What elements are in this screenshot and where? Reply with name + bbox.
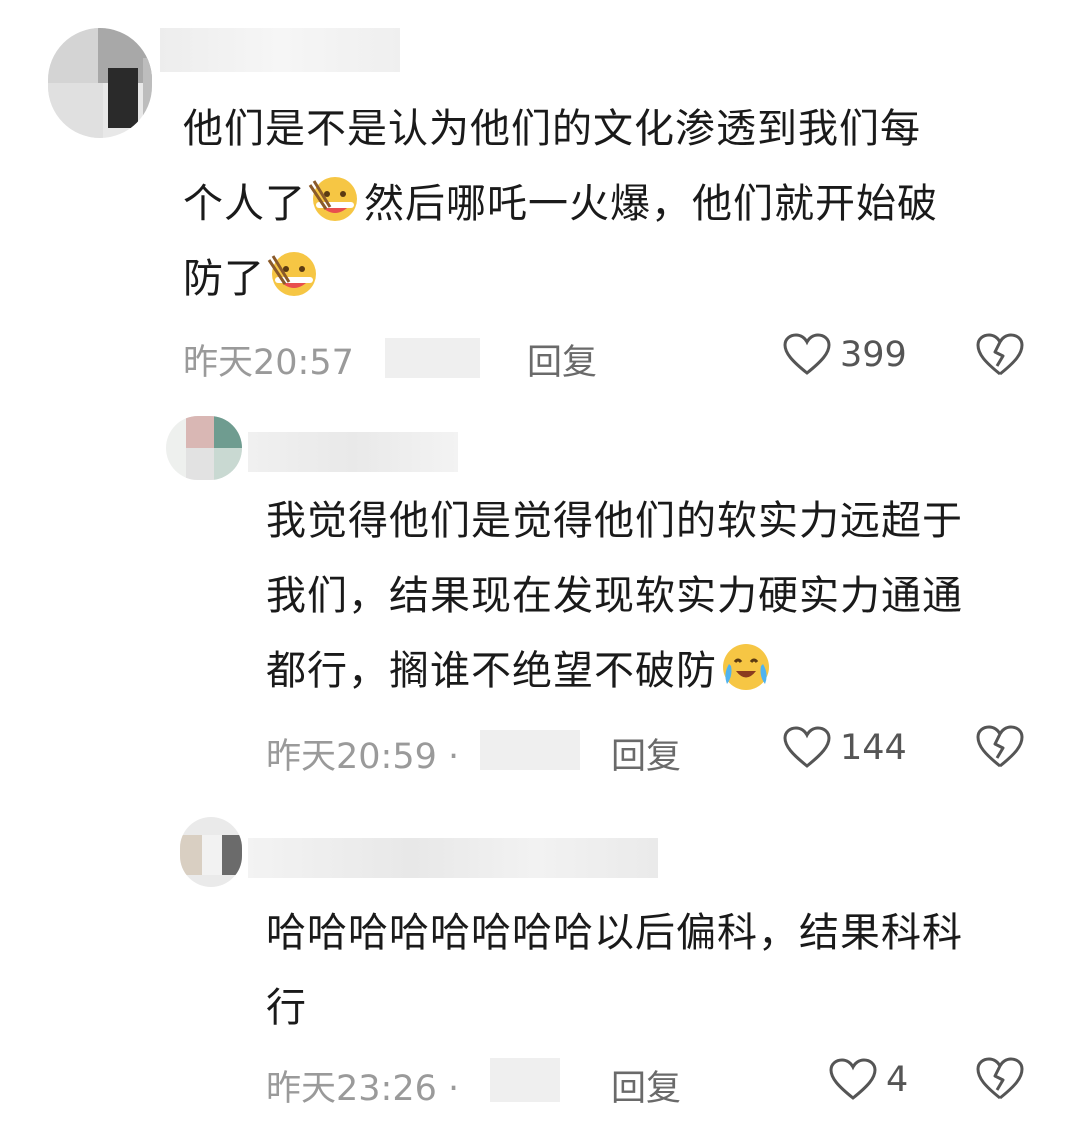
location-blurred xyxy=(385,338,480,378)
heart-outline-icon xyxy=(828,1058,878,1102)
eating-noodles-emoji xyxy=(308,173,362,227)
timestamp: 昨天23:26 · xyxy=(266,1069,460,1109)
heart-outline-icon xyxy=(782,333,832,377)
broken-heart-icon xyxy=(975,724,1025,770)
username-blurred[interactable] xyxy=(160,28,400,72)
broken-heart-icon xyxy=(975,1056,1025,1102)
broken-heart-icon xyxy=(975,332,1025,378)
comment-line: 我觉得他们是觉得他们的软实力远超于 xyxy=(266,498,963,544)
comment-line: 哈哈哈哈哈哈哈哈以后偏科，结果科科 xyxy=(266,910,963,956)
avatar[interactable] xyxy=(166,416,242,480)
comment-text: 我觉得他们是觉得他们的软实力远超于 我们，结果现在发现软实力硬实力通通 都行，搁… xyxy=(266,484,963,709)
username-blurred[interactable] xyxy=(248,838,658,878)
username-blurred[interactable] xyxy=(248,432,458,472)
like-button[interactable]: 144 xyxy=(782,726,907,770)
like-count: 4 xyxy=(886,1060,909,1100)
like-count: 399 xyxy=(840,335,907,375)
avatar[interactable] xyxy=(48,28,152,138)
comment-line: 我们，结果现在发现软实力硬实力通通 xyxy=(266,573,963,619)
comment-line: 防了 xyxy=(183,256,265,302)
timestamp: 昨天20:59 · xyxy=(266,737,460,777)
comment-line: 他们是不是认为他们的文化渗透到我们每 xyxy=(183,106,921,152)
timestamp: 昨天20:57 xyxy=(183,343,354,383)
comment-line: 行 xyxy=(266,985,307,1031)
comment-text: 哈哈哈哈哈哈哈哈以后偏科，结果科科 行 xyxy=(266,896,963,1046)
comment-line: 个人了 xyxy=(183,181,306,227)
heart-outline-icon xyxy=(782,726,832,770)
reply-button[interactable]: 回复 xyxy=(611,1060,681,1111)
like-count: 144 xyxy=(840,728,907,768)
avatar[interactable] xyxy=(180,817,242,887)
dislike-button[interactable] xyxy=(975,332,1025,378)
reply-button[interactable]: 回复 xyxy=(527,334,597,385)
comment-line: 都行，搁谁不绝望不破防 xyxy=(266,648,717,694)
dislike-button[interactable] xyxy=(975,1056,1025,1102)
crying-laughing-emoji xyxy=(719,640,773,694)
like-button[interactable]: 399 xyxy=(782,333,907,377)
eating-noodles-emoji xyxy=(267,248,321,302)
like-button[interactable]: 4 xyxy=(828,1058,908,1102)
reply-button[interactable]: 回复 xyxy=(611,728,681,779)
comment-text: 他们是不是认为他们的文化渗透到我们每 个人了 然后哪吒一火爆，他们就开始破 防了 xyxy=(183,92,938,317)
location-blurred xyxy=(480,730,580,770)
comment-line: 然后哪吒一火爆，他们就开始破 xyxy=(364,181,938,227)
location-blurred xyxy=(490,1058,560,1102)
dislike-button[interactable] xyxy=(975,724,1025,770)
